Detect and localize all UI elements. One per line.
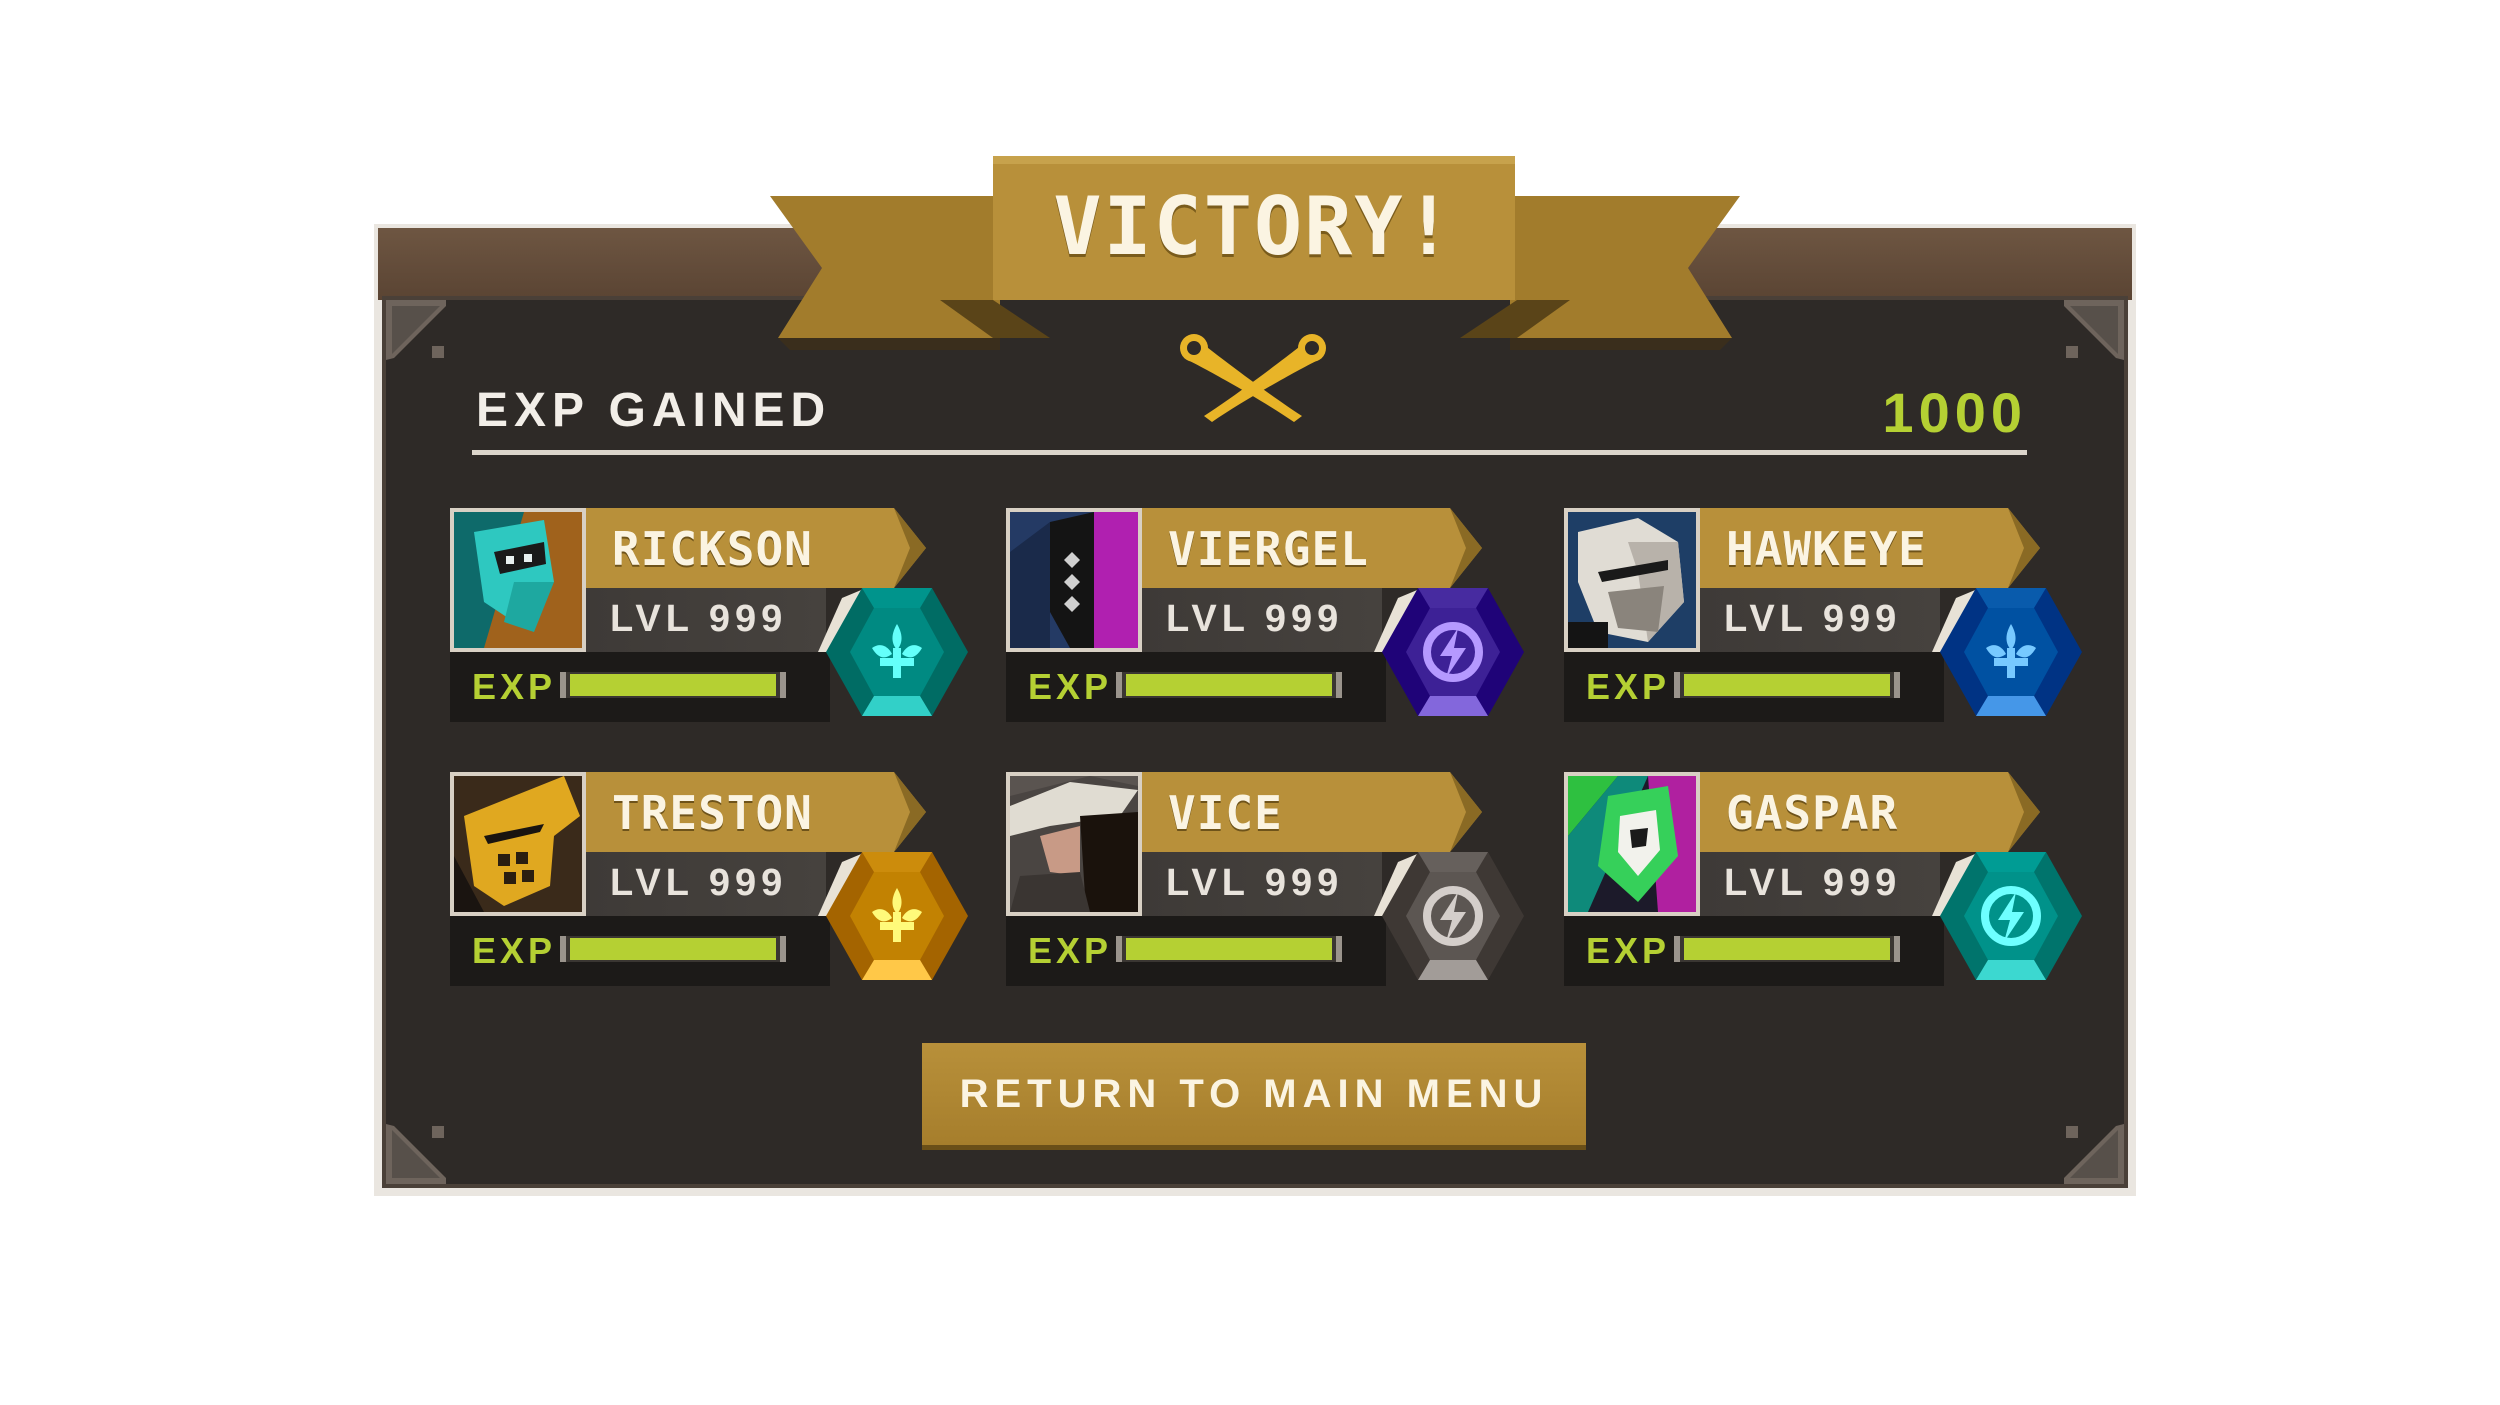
exp-progress-track: [560, 672, 786, 698]
hero-name-plate: RICKSON: [586, 508, 926, 588]
hero-level-plate: LVL 999: [586, 852, 826, 916]
hero-name-plate: HAWKEYE: [1700, 508, 2040, 588]
hero-exp-bar: EXP: [450, 916, 830, 986]
exp-progress-fill: [1126, 674, 1332, 696]
hero-card-gaspar: GASPAR LVL 999 EXP: [1564, 772, 2084, 986]
victory-title: VICTORY!: [1053, 179, 1455, 273]
corner-ornament-top-left: [386, 300, 446, 360]
lightning-icon: [1932, 852, 2082, 980]
hero-name: GASPAR: [1726, 786, 1899, 840]
hero-level-plate: LVL 999: [586, 588, 826, 652]
hero-level: LVL 999: [1724, 862, 1902, 904]
hero-name: VIERGEL: [1168, 522, 1369, 576]
exp-progress-fill: [1684, 674, 1890, 696]
corner-ornament-bottom-right: [2064, 1124, 2124, 1184]
fleur-icon: [818, 588, 968, 716]
hero-card-rickson: RICKSON LVL 999 EXP: [450, 508, 970, 722]
exp-progress-track: [1674, 672, 1900, 698]
hero-name-plate: TRESTON: [586, 772, 926, 852]
lightning-icon: [1374, 588, 1524, 716]
fleur-icon: [1932, 588, 2082, 716]
return-button-label: RETURN TO MAIN MENU: [959, 1071, 1549, 1116]
exp-progress-track: [1116, 672, 1342, 698]
hero-portrait: [1006, 508, 1142, 652]
hero-level: LVL 999: [1724, 598, 1902, 640]
hero-level-plate: LVL 999: [1142, 588, 1382, 652]
exp-progress-fill: [1684, 938, 1890, 960]
exp-progress-track: [1674, 936, 1900, 962]
crossed-horns-icon: [1180, 334, 1326, 422]
hero-card-vice: VICE LVL 999 EXP: [1006, 772, 1526, 986]
hero-portrait: [450, 772, 586, 916]
hero-level-plate: LVL 999: [1142, 852, 1382, 916]
hero-card-hawkeye: HAWKEYE LVL 999 EXP: [1564, 508, 2084, 722]
corner-ornament-bottom-left: [386, 1124, 446, 1184]
exp-progress-track: [560, 936, 786, 962]
hero-exp-bar: EXP: [1564, 652, 1944, 722]
green-mask-portrait-icon: [1568, 776, 1696, 912]
exp-label: EXP: [1586, 666, 1671, 707]
hero-level: LVL 999: [610, 862, 788, 904]
exp-label: EXP: [1028, 930, 1113, 971]
hero-name-plate: VICE: [1142, 772, 1482, 852]
exp-gained-label: EXP GAINED: [476, 384, 832, 437]
header-divider: [472, 450, 2027, 455]
hero-name: HAWKEYE: [1726, 522, 1927, 576]
exp-label: EXP: [472, 666, 557, 707]
hero-name: RICKSON: [612, 522, 813, 576]
hero-level: LVL 999: [610, 598, 788, 640]
hooded-figure-portrait-icon: [1010, 776, 1138, 912]
hero-card-treston: TRESTON LVL 999 EXP: [450, 772, 970, 986]
exp-progress-track: [1116, 936, 1342, 962]
hero-exp-bar: EXP: [1564, 916, 1944, 986]
exp-label: EXP: [1028, 666, 1113, 707]
fleur-icon: [818, 852, 968, 980]
hero-exp-bar: EXP: [450, 652, 830, 722]
hero-exp-bar: EXP: [1006, 916, 1386, 986]
hero-exp-bar: EXP: [1006, 652, 1386, 722]
corner-ornament-top-right: [2064, 300, 2124, 360]
hero-level-plate: LVL 999: [1700, 852, 1940, 916]
exp-progress-fill: [1126, 938, 1332, 960]
hero-name-plate: GASPAR: [1700, 772, 2040, 852]
hero-portrait: [1006, 772, 1142, 916]
hero-level: LVL 999: [1166, 862, 1344, 904]
hero-name-plate: VIERGEL: [1142, 508, 1482, 588]
hero-card-viergel: VIERGEL LVL 999 EXP: [1006, 508, 1526, 722]
hero-portrait: [1564, 772, 1700, 916]
return-to-main-menu-button[interactable]: RETURN TO MAIN MENU: [922, 1043, 1586, 1145]
purple-rogue-portrait-icon: [1010, 512, 1138, 648]
hero-name: TRESTON: [612, 786, 813, 840]
hero-portrait: [1564, 508, 1700, 652]
hero-name: VICE: [1168, 786, 1283, 840]
hero-level-plate: LVL 999: [1700, 588, 1940, 652]
lightning-icon: [1374, 852, 1524, 980]
gold-helm-portrait-icon: [454, 776, 582, 912]
exp-progress-fill: [570, 938, 776, 960]
teal-knight-portrait-icon: [454, 512, 582, 648]
exp-label: EXP: [1586, 930, 1671, 971]
exp-gained-value: 1000: [1882, 381, 2027, 444]
hero-level: LVL 999: [1166, 598, 1344, 640]
grey-helm-portrait-icon: [1568, 512, 1696, 648]
exp-label: EXP: [472, 930, 557, 971]
exp-progress-fill: [570, 674, 776, 696]
hero-portrait: [450, 508, 586, 652]
